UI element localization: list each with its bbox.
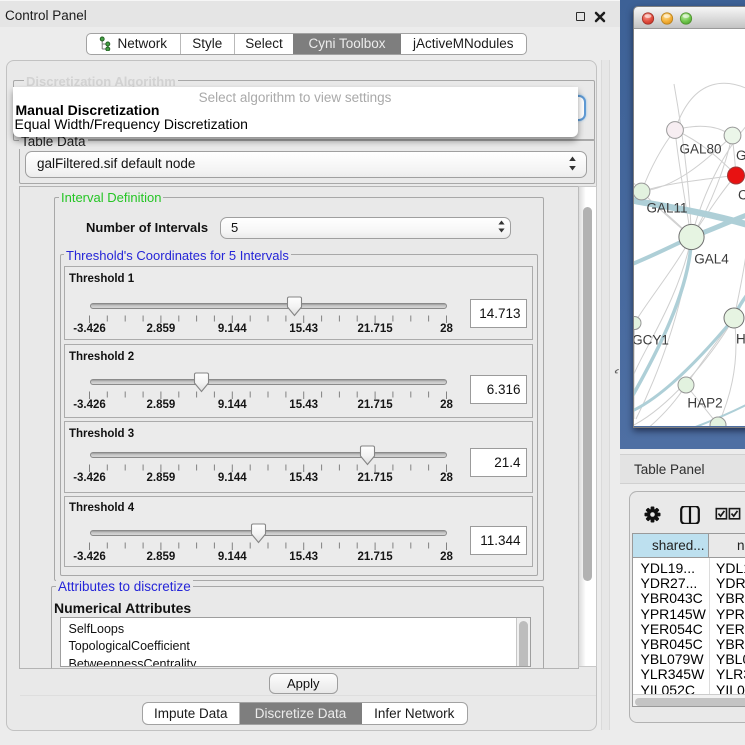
svg-text:HA: HA <box>736 332 745 347</box>
svg-text:HAP2: HAP2 <box>687 396 722 411</box>
svg-text:GCY1: GCY1 <box>634 333 669 348</box>
svg-text:GAL: GAL <box>736 148 745 163</box>
svg-text:GAL4: GAL4 <box>694 252 729 267</box>
svg-text:GAL11: GAL11 <box>646 201 687 216</box>
svg-text:GAL80: GAL80 <box>679 142 721 157</box>
svg-text:CA: CA <box>738 188 745 203</box>
